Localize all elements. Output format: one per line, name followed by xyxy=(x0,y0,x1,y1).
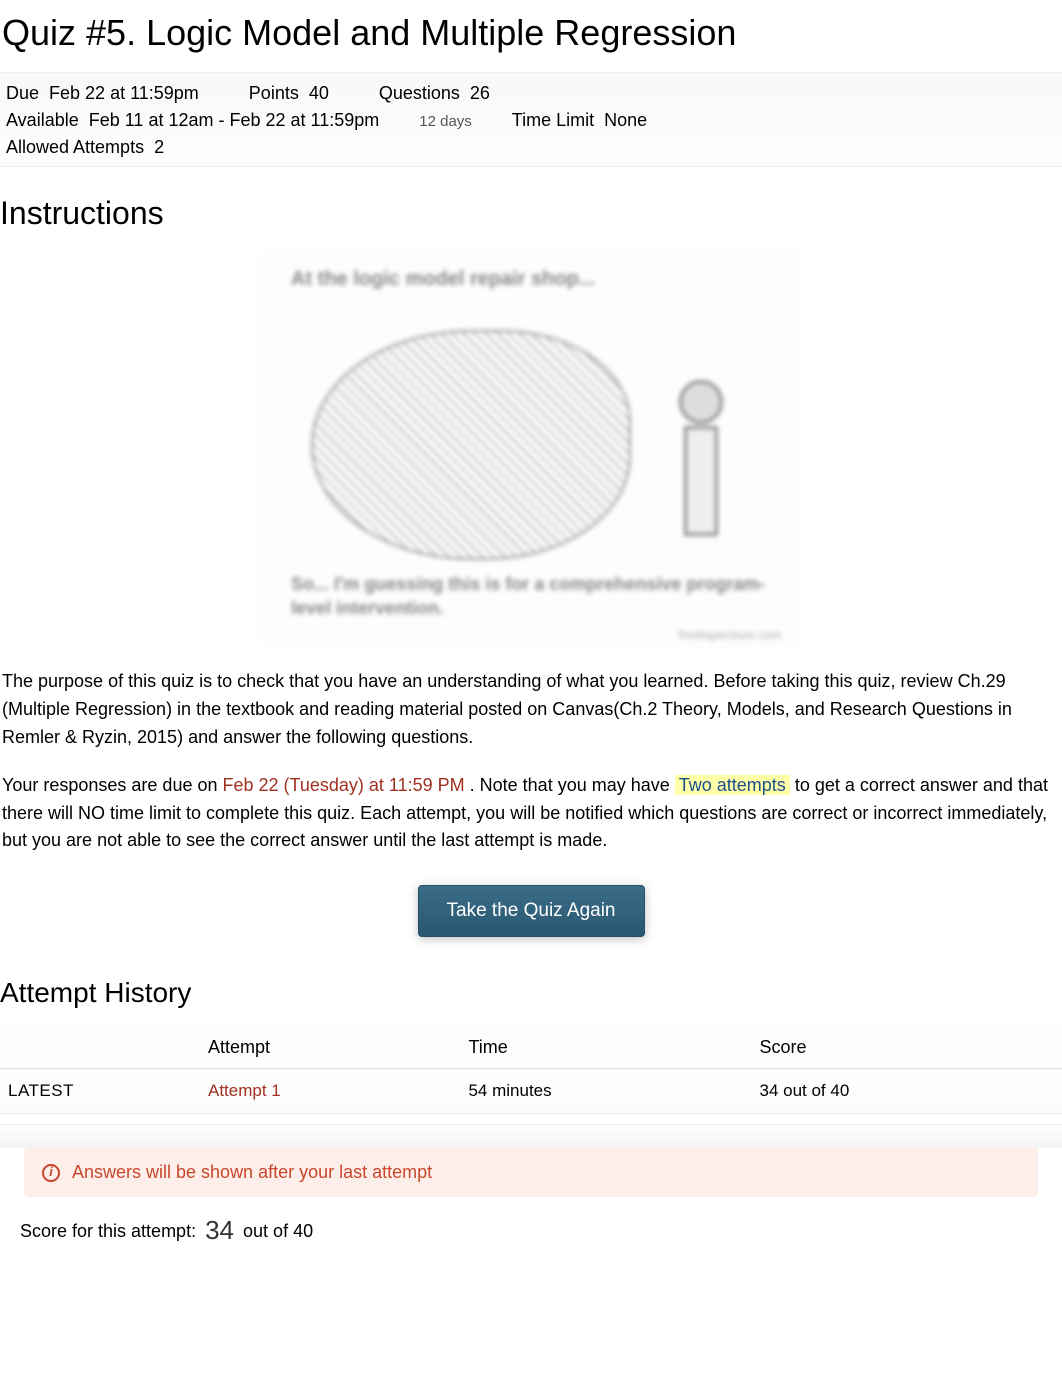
table-header-score: Score xyxy=(751,1027,1062,1069)
answers-shown-text: Answers will be shown after your last at… xyxy=(72,1162,432,1183)
instruction-paragraph-2: Your responses are due on Feb 22 (Tuesda… xyxy=(0,772,1062,856)
para2-pre: Your responses are due on xyxy=(2,775,223,795)
table-header-time: Time xyxy=(460,1027,751,1069)
cartoon-caption-bottom: So... I'm guessing this is for a compreh… xyxy=(291,573,771,620)
table-header-attempt: Attempt xyxy=(200,1027,460,1069)
quiz-meta-bar: Due Feb 22 at 11:59pm Points 40 Question… xyxy=(0,72,1062,167)
para2-attempts-highlight: Two attempts xyxy=(675,775,790,795)
cartoon-credit: freshspectrum.com xyxy=(679,628,781,642)
cartoon-person xyxy=(671,380,731,550)
score-label: Score for this attempt: xyxy=(20,1221,196,1241)
take-quiz-again-button[interactable]: Take the Quiz Again xyxy=(418,885,645,937)
timelimit-value: None xyxy=(604,110,647,131)
score-suffix: out of 40 xyxy=(243,1221,313,1241)
score-for-attempt: Score for this attempt: 34 out of 40 xyxy=(0,1215,1062,1266)
page-title: Quiz #5. Logic Model and Multiple Regres… xyxy=(0,12,1062,54)
points-value: 40 xyxy=(309,83,329,104)
available-label: Available xyxy=(6,110,79,131)
instruction-cartoon: At the logic model repair shop... So... … xyxy=(261,250,801,650)
attempt-history-table: Attempt Time Score LATEST Attempt 1 54 m… xyxy=(0,1027,1062,1114)
answers-shown-banner: Answers will be shown after your last at… xyxy=(24,1148,1038,1197)
cartoon-scribble xyxy=(311,330,631,560)
attempt-history-heading: Attempt History xyxy=(0,977,1062,1009)
table-header-blank xyxy=(0,1027,200,1069)
table-row: LATEST Attempt 1 54 minutes 34 out of 40 xyxy=(0,1069,1062,1114)
instruction-paragraph-1: The purpose of this quiz is to check tha… xyxy=(0,668,1062,752)
timelimit-label: Time Limit xyxy=(512,110,594,131)
para2-due-date: Feb 22 (Tuesday) at 11:59 PM xyxy=(223,775,465,795)
due-label: Due xyxy=(6,83,39,104)
latest-tag: LATEST xyxy=(0,1069,200,1114)
info-icon xyxy=(42,1164,60,1182)
attempt-time: 54 minutes xyxy=(460,1069,751,1114)
questions-label: Questions xyxy=(379,83,460,104)
para2-mid: . Note that you may have xyxy=(470,775,675,795)
score-value: 34 xyxy=(205,1215,234,1245)
attempts-label: Allowed Attempts xyxy=(6,137,144,158)
table-bottom-gradient xyxy=(0,1124,1062,1148)
attempt-score: 34 out of 40 xyxy=(751,1069,1062,1114)
attempts-value: 2 xyxy=(154,137,164,158)
available-duration: 12 days xyxy=(419,113,472,130)
instructions-heading: Instructions xyxy=(0,195,1062,232)
available-value: Feb 11 at 12am - Feb 22 at 11:59pm xyxy=(89,110,380,131)
attempt-link[interactable]: Attempt 1 xyxy=(208,1081,281,1100)
questions-value: 26 xyxy=(470,83,490,104)
cartoon-caption-top: At the logic model repair shop... xyxy=(291,268,771,291)
table-header-row: Attempt Time Score xyxy=(0,1027,1062,1069)
points-label: Points xyxy=(249,83,299,104)
due-value: Feb 22 at 11:59pm xyxy=(49,83,199,104)
